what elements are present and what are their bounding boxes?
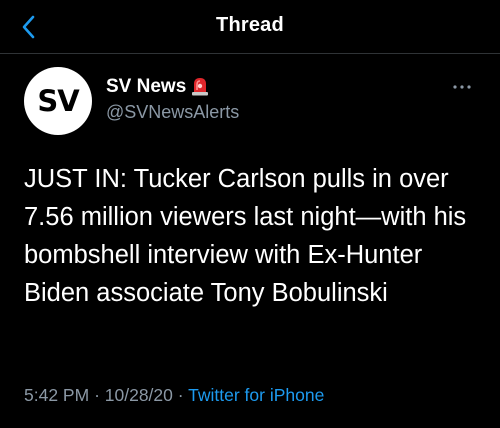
page-title: Thread: [216, 14, 284, 36]
author-handle[interactable]: @SVNewsAlerts: [106, 102, 239, 123]
meta-separator: ·: [177, 385, 184, 405]
author-display-name[interactable]: SV News: [106, 76, 186, 98]
more-options-button[interactable]: [446, 78, 478, 96]
tweet-date: 10/28/20: [104, 385, 173, 405]
thread-header: Thread: [0, 0, 500, 54]
meta-separator: ·: [94, 385, 100, 405]
tweet-source-link[interactable]: Twitter for iPhone: [188, 385, 324, 405]
tweet-text: JUST IN: Tucker Carlson pulls in over 7.…: [24, 165, 467, 307]
avatar-logo-text: SV: [37, 84, 79, 118]
tweet-time: 5:42 PM: [24, 385, 90, 405]
avatar[interactable]: SV: [24, 67, 92, 135]
ellipsis-icon: [453, 85, 471, 89]
siren-emoji-icon: [192, 78, 208, 96]
tweet-metadata: 5:42 PM · 10/28/20 · Twitter for iPhone: [24, 385, 324, 406]
